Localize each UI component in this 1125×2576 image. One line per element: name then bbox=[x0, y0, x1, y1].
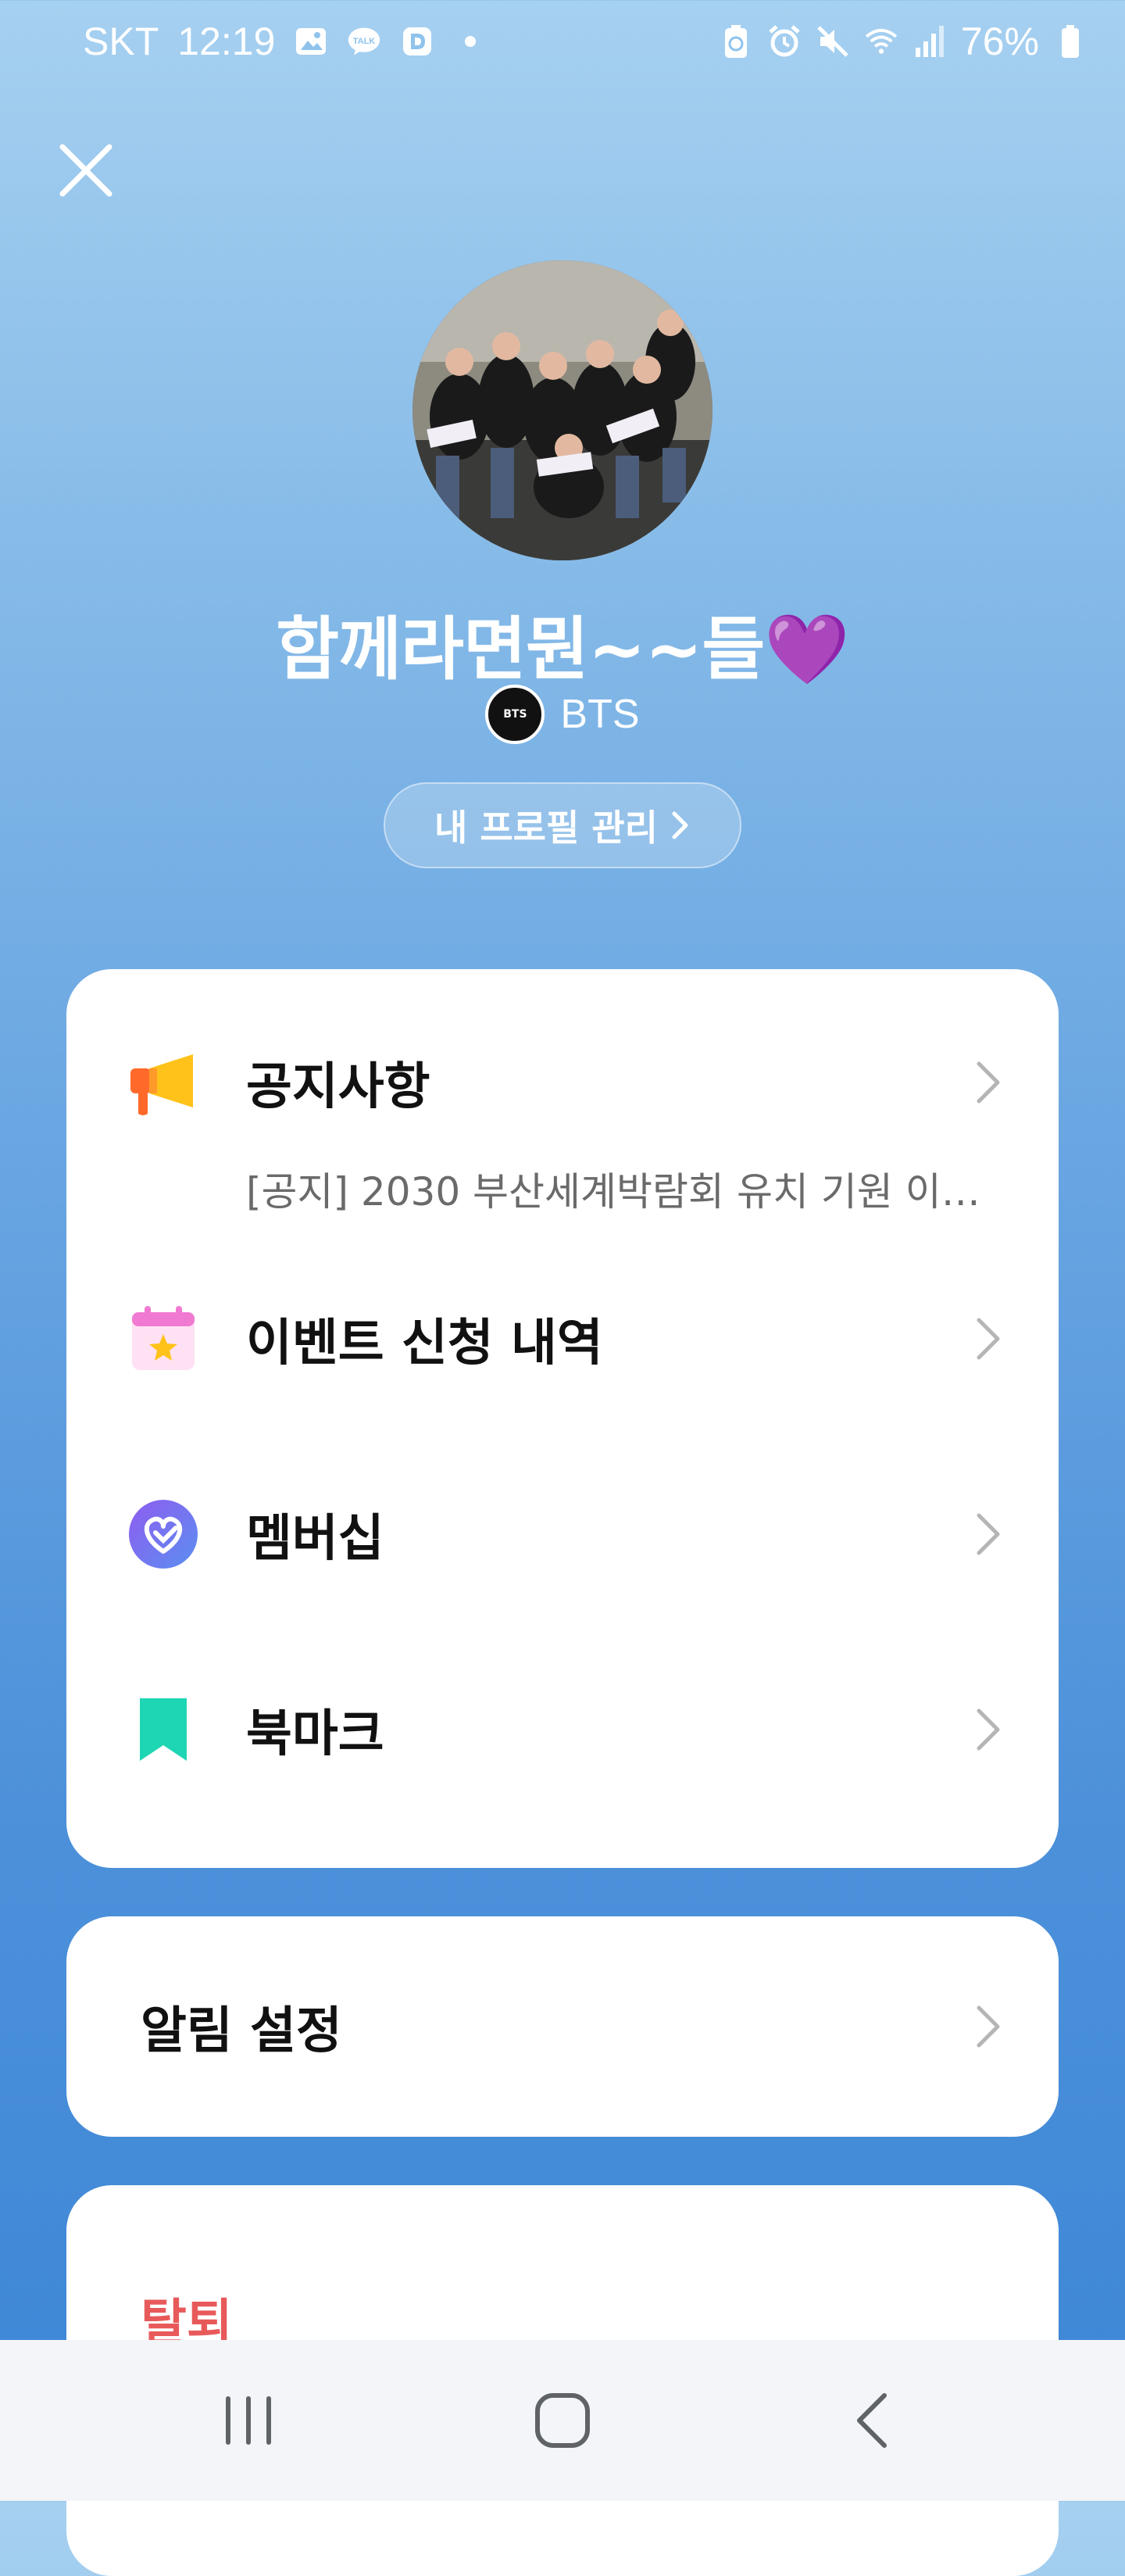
carrier-label: SKT bbox=[83, 20, 159, 63]
menu-item-notice[interactable]: 공지사항 [공지] 2030 부산세계박람회 유치 기원 이벤트 bbox=[66, 969, 1059, 1282]
close-icon bbox=[59, 144, 112, 197]
notice-label: 공지사항 bbox=[246, 1058, 430, 1116]
clock: 12:19 bbox=[177, 20, 276, 63]
community-info: BTS BTS bbox=[0, 685, 1125, 744]
megaphone-icon bbox=[129, 1048, 198, 1117]
notification-settings-row[interactable]: 알림 설정 bbox=[66, 1916, 1059, 2137]
kakaotalk-icon: TALK bbox=[347, 24, 381, 59]
notification-settings-label: 알림 설정 bbox=[141, 2002, 342, 2060]
svg-text:TALK: TALK bbox=[353, 37, 376, 46]
status-left: SKT 12:19 TALK bbox=[83, 19, 488, 64]
chevron-right-icon bbox=[973, 1059, 1004, 1106]
chevron-right-icon bbox=[973, 1315, 1004, 1362]
gallery-icon bbox=[294, 24, 328, 59]
manage-profile-label: 내 프로필 관리 bbox=[434, 807, 658, 849]
battery-percent: 76% bbox=[960, 20, 1039, 63]
recent-apps-icon bbox=[226, 2396, 271, 2445]
battery-saver-icon bbox=[719, 24, 753, 59]
menu-item-event-history[interactable]: 이벤트 신청 내역 bbox=[66, 1280, 1059, 1397]
status-right: 76% bbox=[719, 19, 1088, 64]
system-navigation-bar bbox=[0, 2340, 1125, 2501]
bookmark-icon bbox=[129, 1695, 198, 1764]
home-icon bbox=[535, 2393, 590, 2448]
calendar-star-icon bbox=[129, 1304, 198, 1373]
event-history-label: 이벤트 신청 내역 bbox=[246, 1315, 603, 1372]
bookmark-label: 북마크 bbox=[246, 1705, 384, 1763]
membership-heart-icon bbox=[129, 1500, 198, 1569]
chevron-right-icon bbox=[672, 811, 688, 839]
profile-avatar[interactable] bbox=[412, 260, 712, 560]
menu-item-membership[interactable]: 멤버십 bbox=[66, 1476, 1059, 1593]
signal-icon bbox=[912, 24, 947, 59]
manage-profile-button[interactable]: 내 프로필 관리 bbox=[384, 782, 741, 868]
recent-apps-button[interactable] bbox=[209, 2381, 288, 2460]
chevron-right-icon bbox=[973, 2003, 1004, 2050]
bts-logo-icon: BTS bbox=[485, 685, 545, 744]
notice-header: 공지사항 bbox=[66, 1024, 1059, 1141]
more-notifications-dot-icon bbox=[453, 24, 488, 59]
close-button[interactable] bbox=[55, 139, 117, 202]
profile-nickname: 함께라면뭔~~들💜 bbox=[276, 609, 850, 689]
membership-label: 멤버십 bbox=[246, 1510, 384, 1568]
menu-card: 공지사항 [공지] 2030 부산세계박람회 유치 기원 이벤트 이벤트 신청 … bbox=[66, 969, 1059, 1868]
community-name: BTS bbox=[560, 692, 640, 737]
home-button[interactable] bbox=[523, 2381, 602, 2460]
group-photo-image bbox=[412, 260, 712, 560]
alarm-icon bbox=[767, 24, 802, 59]
chevron-right-icon bbox=[973, 1706, 1004, 1753]
d-app-icon bbox=[400, 24, 434, 59]
wifi-icon bbox=[864, 24, 898, 59]
notice-preview-text: [공지] 2030 부산세계박람회 유치 기원 이벤트 bbox=[246, 1169, 1012, 1215]
mute-icon bbox=[816, 24, 850, 59]
menu-item-bookmark[interactable]: 북마크 bbox=[66, 1671, 1059, 1788]
status-bar: SKT 12:19 TALK 76% bbox=[0, 0, 1125, 90]
back-icon bbox=[857, 2393, 887, 2448]
back-button[interactable] bbox=[836, 2381, 914, 2460]
chevron-right-icon bbox=[973, 1511, 1004, 1558]
battery-icon bbox=[1053, 24, 1088, 59]
